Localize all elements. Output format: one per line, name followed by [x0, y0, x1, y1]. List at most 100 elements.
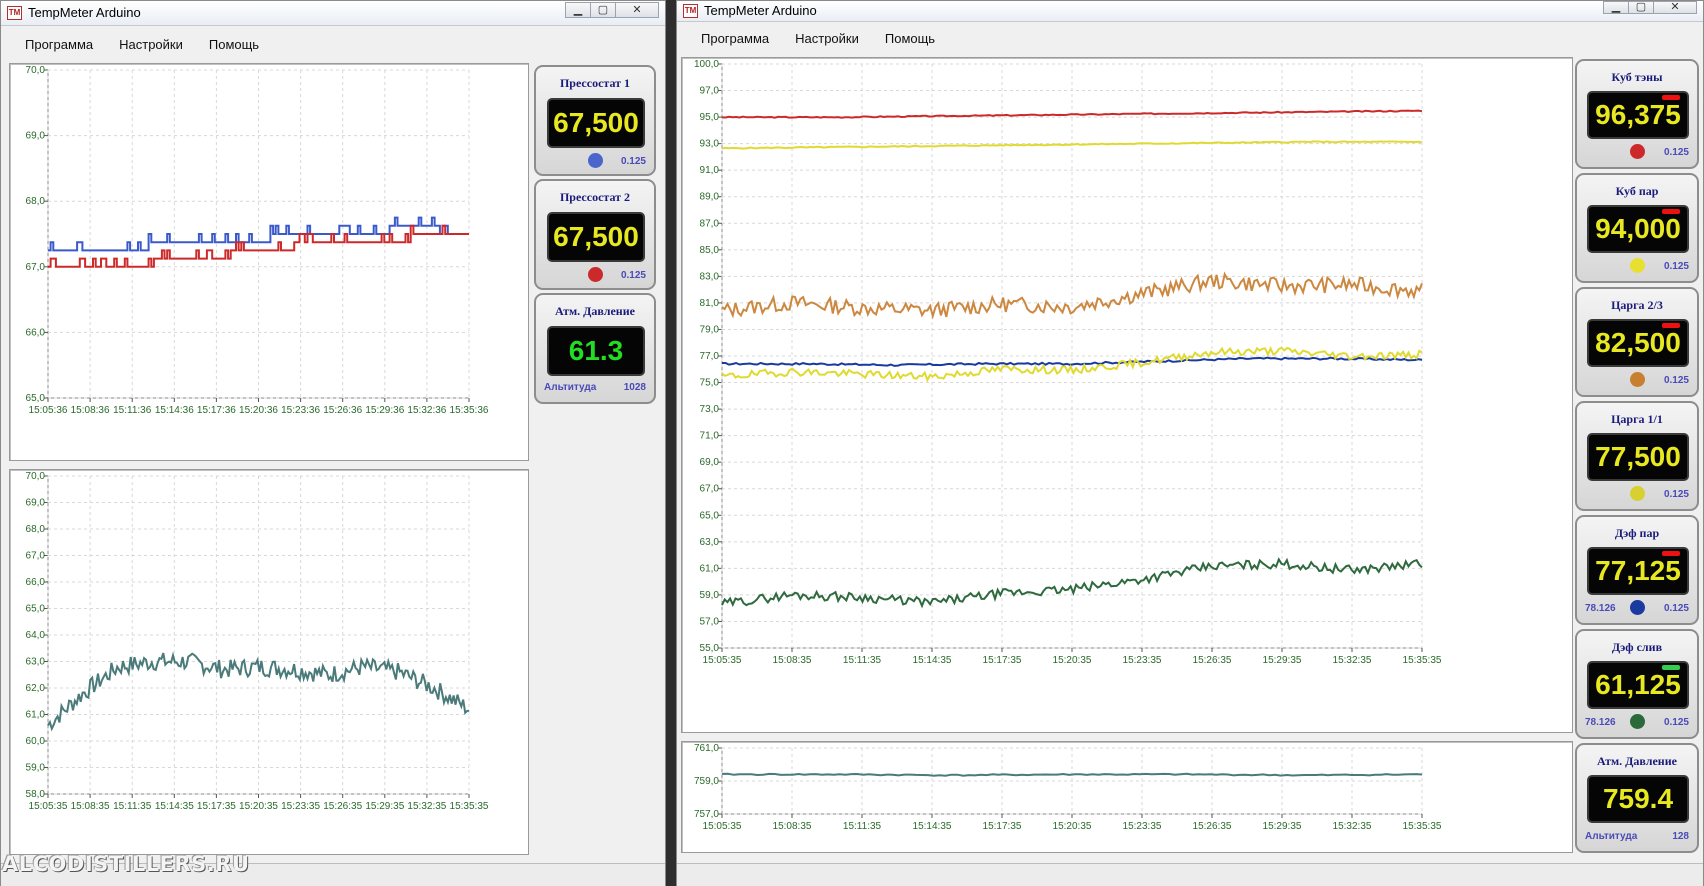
color-dot-icon[interactable] [1630, 258, 1645, 273]
resolution: 0.125 [1663, 489, 1689, 500]
x-tick-label: 15:11:36 [113, 405, 152, 416]
x-tick-label: 15:11:35 [843, 821, 882, 832]
app-icon: TM [7, 6, 22, 20]
y-tick-label: 66,0 [26, 577, 46, 588]
color-dot-icon[interactable] [588, 267, 603, 282]
y-tick-label: 62,0 [26, 683, 46, 694]
title-bar-left: TM TempMeter Arduino ▁ ▢ ✕ [1, 1, 665, 26]
color-dot-icon[interactable] [1630, 714, 1645, 729]
y-tick-label: 81,0 [700, 298, 720, 309]
gauge-4: Дэф пар 77,125 0.125 78.126 [1575, 515, 1699, 625]
x-tick-label: 15:35:36 [450, 405, 489, 416]
gauge-title: Куб пар [1615, 184, 1659, 198]
color-dot-icon[interactable] [588, 153, 603, 168]
y-tick-label: 65,0 [26, 604, 46, 615]
gauge-value: 77,500 [1587, 433, 1689, 481]
color-dot-icon[interactable] [1630, 600, 1645, 615]
gauge-value: 67,500 [547, 98, 645, 148]
gauge-title: Атм. Давление [555, 304, 635, 318]
x-tick-label: 15:17:36 [197, 405, 236, 416]
x-tick-label: 15:26:35 [323, 801, 362, 812]
resolution: 0.125 [1663, 147, 1689, 158]
color-dot-icon[interactable] [1630, 372, 1645, 387]
y-tick-label: 65,0 [26, 393, 46, 404]
y-tick-label: 61,0 [700, 563, 720, 574]
x-tick-label: 15:29:35 [1263, 655, 1302, 666]
y-tick-label: 61,0 [26, 710, 46, 721]
x-tick-label: 15:23:35 [1123, 655, 1162, 666]
gauge-pressostat-1: Прессостат 1 67,500 0.125 [534, 65, 656, 176]
gauge-value: 759.4 [1587, 775, 1689, 823]
series-atm-pressure [721, 772, 1423, 777]
window-title: TempMeter Arduino [704, 3, 817, 18]
status-led-icon [1662, 323, 1680, 328]
y-tick-label: 59,0 [26, 763, 46, 774]
x-tick-label: 15:35:35 [1403, 821, 1442, 832]
x-tick-label: 15:35:35 [1403, 655, 1442, 666]
menu-settings[interactable]: Настройки [103, 33, 193, 57]
x-tick-label: 15:32:35 [1333, 821, 1372, 832]
x-tick-label: 15:05:36 [29, 405, 68, 416]
y-tick-label: 67,0 [26, 551, 46, 562]
close-button[interactable]: ✕ [1653, 1, 1697, 14]
color-dot-icon[interactable] [1630, 144, 1645, 159]
resolution: 0.125 [1663, 375, 1689, 386]
y-tick-label: 67,0 [26, 262, 46, 273]
x-tick-label: 15:20:36 [239, 405, 278, 416]
menu-bar: Программа Настройки Помощь [685, 27, 945, 51]
resolution: 0.125 [1663, 717, 1689, 728]
x-tick-label: 15:29:36 [365, 405, 404, 416]
gauge-title: Царга 2/3 [1611, 298, 1663, 312]
gauge-1: Куб пар 94,000 0.125 [1575, 173, 1699, 283]
gauge-atm-pressure-left: Атм. Давление 61.3 Альтитуда 1028 [534, 293, 656, 404]
x-tick-label: 15:23:36 [281, 405, 320, 416]
color-dot-icon[interactable] [1630, 486, 1645, 501]
menu-help[interactable]: Помощь [193, 33, 269, 57]
status-led-icon [1662, 551, 1680, 556]
gauge-title: Атм. Давление [1597, 754, 1677, 768]
gauge-title: Куб тэны [1611, 70, 1663, 84]
y-tick-label: 85,0 [700, 245, 720, 256]
altitude-label: Альтитуда [544, 382, 597, 393]
left-caption: Альтитуда [1585, 831, 1638, 842]
y-tick-label: 87,0 [700, 218, 720, 229]
x-tick-label: 15:11:35 [843, 655, 882, 666]
x-tick-label: 15:17:35 [197, 801, 236, 812]
y-tick-label: 59,0 [700, 590, 720, 601]
y-tick-label: 75,0 [700, 378, 720, 389]
resolution: 0.125 [1663, 261, 1689, 272]
resolution: 0.125 [620, 270, 646, 281]
left-caption: 78.126 [1585, 717, 1616, 728]
x-tick-label: 15:14:35 [913, 655, 952, 666]
gauge-0: Куб тэны 96,375 0.125 [1575, 59, 1699, 169]
minimize-button[interactable]: ▁ [565, 2, 591, 18]
x-tick-label: 15:11:35 [113, 801, 152, 812]
maximize-button[interactable]: ▢ [1628, 1, 1654, 14]
menu-program[interactable]: Программа [685, 27, 779, 51]
minimize-button[interactable]: ▁ [1603, 1, 1629, 14]
gauge-title: Дэф слив [1611, 640, 1663, 654]
gauge-3: Царга 1/1 77,500 0.125 [1575, 401, 1699, 511]
y-tick-label: 64,0 [26, 630, 46, 641]
status-led-icon [1662, 209, 1680, 214]
menu-settings[interactable]: Настройки [779, 27, 869, 51]
x-tick-label: 15:23:35 [281, 801, 320, 812]
gauge-value: 67,500 [547, 212, 645, 262]
maximize-button[interactable]: ▢ [590, 2, 616, 18]
gauge-title: Прессостат 1 [559, 76, 631, 90]
x-tick-label: 15:23:35 [1123, 821, 1162, 832]
status-led-icon [1662, 95, 1680, 100]
menu-program[interactable]: Программа [9, 33, 103, 57]
menu-help[interactable]: Помощь [869, 27, 945, 51]
chart-atm-pressure-left: 70,0 69,0 68,0 67,0 66,0 65,0 64,0 63,0 62,0 61,0… [9, 469, 529, 855]
window-right: TM TempMeter Arduino ▁ ▢ ✕ Программа Нас… [676, 0, 1704, 886]
y-tick-label: 761,0 [694, 743, 719, 754]
x-tick-label: 15:26:35 [1193, 821, 1232, 832]
y-tick-label: 67,0 [700, 484, 720, 495]
window-title: TempMeter Arduino [28, 5, 141, 20]
gauge-title: Дэф пар [1614, 526, 1660, 540]
y-tick-label: 63,0 [26, 657, 46, 668]
close-button[interactable]: ✕ [615, 2, 659, 18]
gauge-value: 61.3 [547, 326, 645, 376]
chart-pressostats: 70,0 69,0 68,0 67,0 66,0 65,0 15:05:36 15:08:36… [9, 63, 529, 461]
